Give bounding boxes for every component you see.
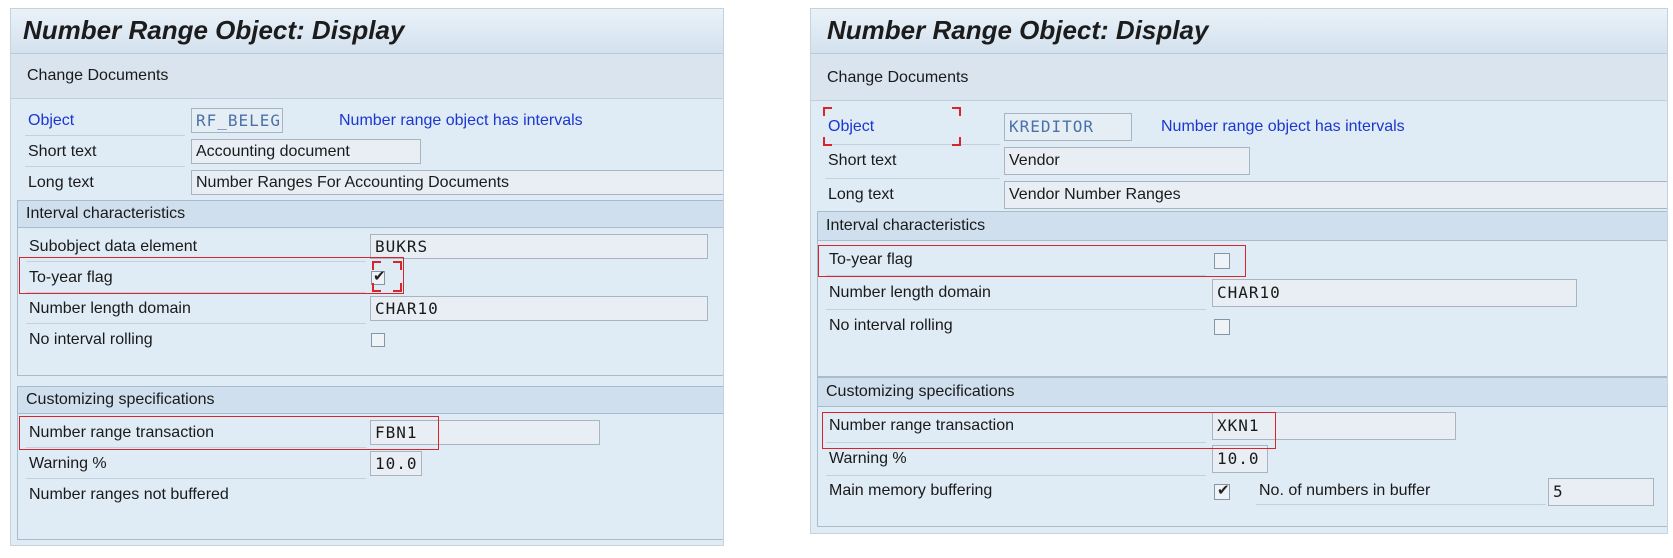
right-to-year-checkbox[interactable] bbox=[1214, 253, 1230, 269]
left-interval-group-header: Interval characteristics bbox=[18, 201, 723, 228]
right-to-year-label: To-year flag bbox=[829, 251, 913, 268]
left-long-text-label: Long text bbox=[28, 174, 94, 191]
right-custom-group: Customizing specifications Number range … bbox=[817, 377, 1667, 527]
left-toolbar: Change Documents bbox=[11, 54, 723, 99]
right-page-title: Number Range Object: Display bbox=[827, 15, 1209, 45]
left-object-field[interactable]: RF_BELEG bbox=[191, 108, 283, 133]
right-intervals-note: Number range object has intervals bbox=[1161, 118, 1405, 135]
right-number-length-label: Number length domain bbox=[829, 284, 991, 301]
left-warning-label: Warning % bbox=[29, 455, 107, 472]
left-change-documents-button[interactable]: Change Documents bbox=[27, 67, 168, 85]
left-custom-group: Customizing specifications Number range … bbox=[17, 386, 723, 540]
left-subobject-label: Subobject data element bbox=[29, 238, 198, 255]
right-custom-group-header: Customizing specifications bbox=[818, 378, 1667, 407]
left-transaction-field[interactable]: FBN1 bbox=[370, 420, 600, 445]
left-page-title: Number Range Object: Display bbox=[23, 15, 405, 45]
left-object-label: Object bbox=[28, 112, 75, 129]
left-no-rolling-checkbox[interactable] bbox=[371, 333, 385, 347]
left-number-length-label: Number length domain bbox=[29, 300, 191, 317]
left-interval-group: Interval characteristics Subobject data … bbox=[17, 200, 723, 376]
left-long-text-field[interactable]: Number Ranges For Accounting Documents bbox=[191, 170, 723, 195]
left-number-length-field[interactable]: CHAR10 bbox=[370, 296, 708, 321]
left-to-year-check-icon: ✔ bbox=[373, 268, 386, 285]
right-object-field[interactable]: KREDITOR bbox=[1004, 113, 1132, 141]
right-interval-group: Interval characteristics To-year flag Nu… bbox=[817, 211, 1667, 377]
right-long-text-field[interactable]: Vendor Number Ranges bbox=[1004, 181, 1667, 209]
right-long-text-label: Long text bbox=[828, 186, 894, 203]
right-short-text-field[interactable]: Vendor bbox=[1004, 147, 1250, 175]
left-window: Number Range Object: Display Change Docu… bbox=[10, 8, 724, 546]
right-buffer-check-icon: ✔ bbox=[1217, 482, 1230, 499]
right-warning-label: Warning % bbox=[829, 450, 907, 467]
right-change-documents-button[interactable]: Change Documents bbox=[827, 69, 968, 87]
left-title-bar: Number Range Object: Display bbox=[11, 9, 723, 54]
left-warning-field[interactable]: 10.0 bbox=[370, 451, 422, 476]
right-no-rolling-checkbox[interactable] bbox=[1214, 319, 1230, 335]
right-transaction-field[interactable]: XKN1 bbox=[1212, 412, 1456, 440]
right-interval-group-header: Interval characteristics bbox=[818, 212, 1667, 241]
right-number-length-field[interactable]: CHAR10 bbox=[1212, 279, 1577, 307]
right-no-rolling-label: No interval rolling bbox=[829, 317, 953, 334]
left-to-year-checkbox[interactable]: ✔ bbox=[371, 268, 386, 285]
right-warning-field[interactable]: 10.0 bbox=[1212, 445, 1268, 473]
left-intervals-note: Number range object has intervals bbox=[339, 112, 583, 129]
left-to-year-label: To-year flag bbox=[29, 269, 113, 286]
left-buffer-label: Number ranges not buffered bbox=[29, 486, 229, 503]
left-transaction-label: Number range transaction bbox=[29, 424, 214, 441]
right-object-label: Object bbox=[828, 118, 875, 135]
left-short-text-label: Short text bbox=[28, 143, 97, 160]
right-title-bar: Number Range Object: Display bbox=[811, 9, 1667, 54]
right-buffer-count-field[interactable]: 5 bbox=[1548, 478, 1654, 506]
right-transaction-label: Number range transaction bbox=[829, 417, 1014, 434]
left-custom-group-header: Customizing specifications bbox=[18, 387, 723, 414]
right-buffer-checkbox[interactable]: ✔ bbox=[1214, 482, 1230, 500]
right-buffer-label: Main memory buffering bbox=[829, 482, 993, 499]
left-short-text-field[interactable]: Accounting document bbox=[191, 139, 421, 164]
right-short-text-label: Short text bbox=[828, 152, 897, 169]
right-buffer-count-label: No. of numbers in buffer bbox=[1259, 482, 1431, 499]
left-no-rolling-label: No interval rolling bbox=[29, 331, 153, 348]
right-toolbar: Change Documents bbox=[811, 54, 1667, 101]
left-subobject-field[interactable]: BUKRS bbox=[370, 234, 708, 259]
right-window: Number Range Object: Display Change Docu… bbox=[810, 8, 1668, 534]
